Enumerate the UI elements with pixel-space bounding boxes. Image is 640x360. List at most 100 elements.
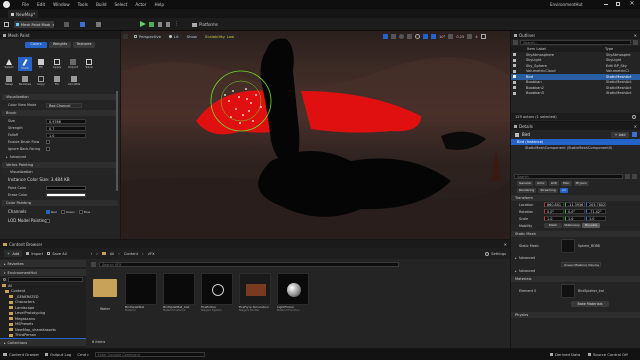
menu-edit[interactable]: Edit xyxy=(37,2,45,7)
viewport[interactable]: Perspective Lit Show Scalability: Low 10… xyxy=(121,31,510,239)
asset-tile[interactable]: BirdSplatMat_Inst Material Instance xyxy=(163,273,195,312)
asset-tile[interactable]: LightFlicker Material Function xyxy=(277,273,309,312)
outliner-row[interactable]: Boobkan2 StaticMeshAct xyxy=(511,85,640,91)
section-brush[interactable]: Brush xyxy=(2,110,118,116)
minimize-icon[interactable] xyxy=(604,4,608,5)
settings-button[interactable]: Settings xyxy=(485,251,506,256)
content-browser-close-icon[interactable]: ✕ xyxy=(504,242,507,247)
section-color-painting[interactable]: Color Painting xyxy=(2,200,118,206)
paint-color-swatch[interactable] xyxy=(46,186,86,190)
outliner-filter-icon[interactable] xyxy=(633,40,638,45)
import-tool[interactable]: Import xyxy=(66,57,80,71)
rotation-x[interactable]: 0.0° xyxy=(544,209,564,214)
grid-snap-icon[interactable] xyxy=(431,34,436,39)
scale-y[interactable]: 1.0 xyxy=(565,216,585,221)
filter-tab[interactable]: Actor xyxy=(534,180,547,186)
outliner-row[interactable]: VolumetricCloud VolumetricCl xyxy=(511,69,640,75)
lit-button[interactable]: Lit xyxy=(167,33,181,40)
menu-select[interactable]: Select xyxy=(114,2,127,7)
menu-window[interactable]: Window xyxy=(53,2,70,7)
maximize-icon[interactable] xyxy=(616,2,620,6)
outliner-row-selected[interactable]: Bird StaticMeshAct xyxy=(511,74,640,80)
asset-tile[interactable]: FireFlyre Simulation Niagara Emitter xyxy=(239,273,271,312)
rotate-icon[interactable] xyxy=(399,34,404,39)
outliner-row[interactable]: Sky_Sphere Edit BP_Sky xyxy=(511,63,640,69)
rotation-y[interactable]: 0.0° xyxy=(565,209,585,214)
mobility-stationary[interactable]: Stationary xyxy=(563,223,581,228)
outliner-col-label[interactable]: Item Label xyxy=(511,47,605,51)
material-thumbnail[interactable] xyxy=(561,284,575,298)
location-z[interactable]: 205.7802 xyxy=(586,202,606,207)
material-value[interactable]: BirdSplatter_Inst xyxy=(578,289,604,293)
details-settings-icon[interactable] xyxy=(632,174,637,179)
import-button[interactable]: Import xyxy=(26,250,43,257)
filter-tab[interactable]: General xyxy=(517,180,533,186)
select-mode-icon[interactable] xyxy=(383,34,388,39)
mobility-static[interactable]: Static xyxy=(544,223,562,228)
blue-channel-checkbox[interactable] xyxy=(78,209,83,214)
falloff-field[interactable]: 1.0 xyxy=(46,132,86,138)
static-mesh-value[interactable]: Sphere_BOBB xyxy=(578,244,600,248)
visibility-icon[interactable] xyxy=(513,80,516,84)
platforms-button[interactable]: Platforms xyxy=(192,21,218,28)
content-drawer-button[interactable]: Content Drawer xyxy=(3,352,39,357)
filter-tab[interactable]: LOD xyxy=(548,180,559,186)
mobility-movable[interactable]: Movable xyxy=(582,223,600,228)
scale-x[interactable]: 1.0 xyxy=(544,216,564,221)
paint-tool[interactable]: Paint xyxy=(18,57,32,71)
outliner-row[interactable]: SkyLight SkyLight xyxy=(511,58,640,64)
scale-icon[interactable] xyxy=(407,34,412,39)
tab-textures[interactable]: Textures xyxy=(73,42,95,48)
console-input[interactable]: Enter Console Command xyxy=(94,352,205,357)
visibility-icon[interactable] xyxy=(513,53,516,57)
filter-icon[interactable] xyxy=(91,262,96,267)
project-section[interactable]: ▾ EnvironmentHut xyxy=(0,269,86,276)
breadcrumb-vfx[interactable]: VFX xyxy=(148,252,155,256)
cinematics-icon[interactable] xyxy=(96,22,101,27)
outliner-col-type[interactable]: Type xyxy=(605,47,613,51)
outliner-row[interactable]: Boobkan3 StaticMeshAct xyxy=(511,91,640,97)
remove-tool[interactable]: Remove xyxy=(18,74,32,88)
play-button[interactable] xyxy=(140,21,146,27)
show-button[interactable]: Show xyxy=(184,33,199,40)
breadcrumb-all[interactable]: All xyxy=(110,252,114,256)
red-channel-checkbox[interactable] xyxy=(46,209,50,214)
location-y[interactable]: -11.3936 xyxy=(565,202,585,207)
browse-folder-icon[interactable] xyxy=(101,252,106,255)
asset-tile[interactable]: Water xyxy=(91,273,119,311)
section-vertex-painting[interactable]: Vertex Painting xyxy=(2,162,118,168)
details-close-icon[interactable]: ✕ xyxy=(634,124,637,129)
scale-snap-icon[interactable] xyxy=(448,34,454,39)
filter-tab[interactable]: Rendering xyxy=(517,187,537,193)
menu-file[interactable]: File xyxy=(22,2,29,7)
tree-search[interactable] xyxy=(8,277,83,282)
collections-section[interactable]: ▸ Collections xyxy=(0,339,86,346)
save-all-button[interactable]: Save All xyxy=(47,250,67,257)
viewport-menu-icon[interactable] xyxy=(123,34,128,39)
stop-icon[interactable] xyxy=(166,22,170,27)
forward-icon[interactable]: › xyxy=(96,251,98,256)
output-log-button[interactable]: Output Log xyxy=(45,352,71,357)
panel-scrollbar[interactable] xyxy=(116,91,118,191)
save-tool[interactable]: Save xyxy=(82,57,96,71)
save-icon[interactable] xyxy=(4,22,9,27)
select-tool[interactable]: Select xyxy=(2,57,16,71)
outliner-row[interactable]: Boobkan StaticMeshAct xyxy=(511,80,640,86)
visibility-icon[interactable] xyxy=(513,64,516,68)
visibility-icon[interactable] xyxy=(513,69,516,73)
angle-snap-value[interactable]: 10° xyxy=(439,35,445,39)
more-options-icon[interactable]: ⋮ xyxy=(174,21,179,27)
section-visualization[interactable]: Visualization xyxy=(2,94,118,100)
section-visualization-2[interactable]: Visualization xyxy=(2,169,118,175)
menu-build[interactable]: Build xyxy=(96,2,107,7)
visibility-icon[interactable] xyxy=(513,58,516,62)
world-icon[interactable] xyxy=(415,34,420,39)
perspective-button[interactable]: Perspective xyxy=(132,33,163,40)
swap-tool[interactable]: Swap xyxy=(2,74,16,88)
blueprints-icon[interactable] xyxy=(80,22,85,27)
blueprint-icon[interactable] xyxy=(632,132,637,137)
rendering-advanced[interactable]: ▸ Advanced xyxy=(511,268,640,274)
level-tab[interactable]: NewMap* xyxy=(8,10,39,18)
filter-tab[interactable]: Misc xyxy=(560,180,572,186)
breadcrumb-content[interactable]: Content xyxy=(124,252,138,256)
